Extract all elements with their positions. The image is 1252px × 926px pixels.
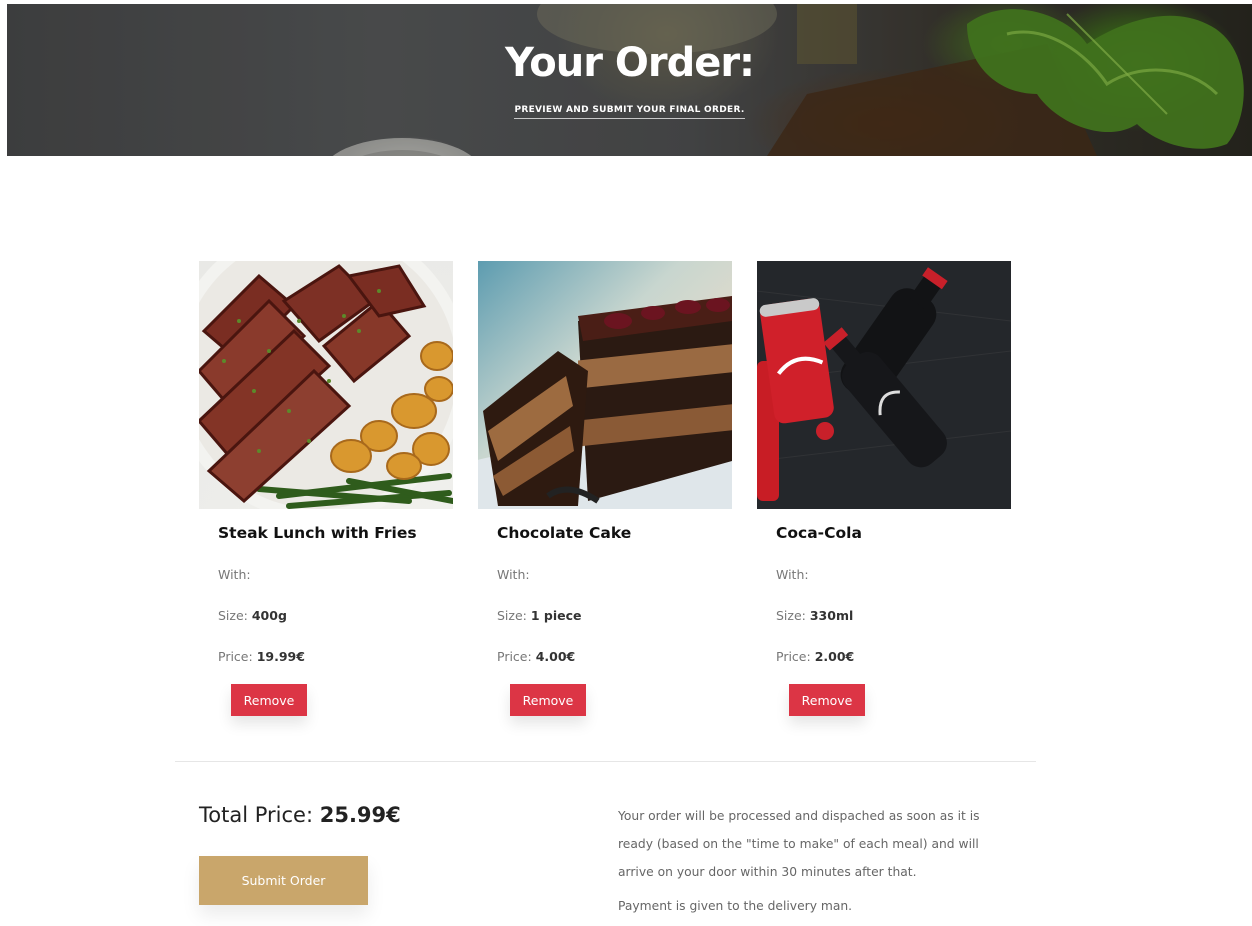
order-info: Your order will be processed and dispach… bbox=[618, 802, 1018, 926]
submit-order-button[interactable]: Submit Order bbox=[199, 856, 368, 905]
remove-button[interactable]: Remove bbox=[789, 684, 865, 716]
item-size-value: 330ml bbox=[809, 608, 854, 623]
item-name: Steak Lunch with Fries bbox=[218, 524, 417, 542]
total-price-value: 25.99€ bbox=[319, 803, 401, 827]
chocolate-cake-image bbox=[478, 261, 732, 509]
order-item-card: Chocolate Cake With: Size: 1 piece Price… bbox=[478, 261, 732, 716]
item-price: Price: 19.99€ bbox=[218, 649, 305, 664]
order-item-card: Steak Lunch with Fries With: Size: 400g … bbox=[199, 261, 453, 716]
item-with: With: bbox=[218, 567, 251, 582]
item-price-label: Price: bbox=[497, 649, 532, 664]
item-size-value: 400g bbox=[251, 608, 287, 623]
item-with-label: With: bbox=[497, 567, 530, 582]
remove-button[interactable]: Remove bbox=[510, 684, 586, 716]
item-price-value: 2.00€ bbox=[814, 649, 855, 664]
page-subtitle: PREVIEW AND SUBMIT YOUR FINAL ORDER. bbox=[7, 105, 1252, 119]
coca-cola-image bbox=[757, 261, 1011, 509]
item-size: Size: 1 piece bbox=[497, 608, 582, 623]
item-size-label: Size: bbox=[497, 608, 527, 623]
page-title: Your Order: bbox=[504, 40, 755, 86]
item-size-label: Size: bbox=[218, 608, 248, 623]
order-info-processing: Your order will be processed and dispach… bbox=[618, 809, 980, 879]
item-price-label: Price: bbox=[776, 649, 811, 664]
item-size-value: 1 piece bbox=[530, 608, 582, 623]
item-with: With: bbox=[776, 567, 809, 582]
item-with: With: bbox=[497, 567, 530, 582]
item-price: Price: 2.00€ bbox=[776, 649, 854, 664]
remove-button[interactable]: Remove bbox=[231, 684, 307, 716]
order-info-payment: Payment is given to the delivery man. bbox=[618, 899, 853, 913]
item-size-label: Size: bbox=[776, 608, 806, 623]
steak-image bbox=[199, 261, 453, 509]
hero-banner: Your Order: PREVIEW AND SUBMIT YOUR FINA… bbox=[7, 4, 1252, 156]
item-price-label: Price: bbox=[218, 649, 253, 664]
item-with-label: With: bbox=[218, 567, 251, 582]
item-size: Size: 400g bbox=[218, 608, 287, 623]
item-price: Price: 4.00€ bbox=[497, 649, 575, 664]
order-item-card: Coca-Cola With: Size: 330ml Price: 2.00€… bbox=[757, 261, 1011, 716]
item-price-value: 4.00€ bbox=[535, 649, 576, 664]
order-items: Steak Lunch with Fries With: Size: 400g … bbox=[199, 261, 1011, 731]
item-with-label: With: bbox=[776, 567, 809, 582]
page-subtitle-text: PREVIEW AND SUBMIT YOUR FINAL ORDER. bbox=[514, 105, 745, 119]
section-divider bbox=[175, 761, 1036, 762]
item-name: Chocolate Cake bbox=[497, 524, 632, 542]
item-name: Coca-Cola bbox=[776, 524, 862, 542]
item-size: Size: 330ml bbox=[776, 608, 853, 623]
total-price-label: Total Price: bbox=[199, 803, 314, 827]
item-price-value: 19.99€ bbox=[256, 649, 305, 664]
total-price: Total Price: 25.99€ bbox=[199, 803, 401, 827]
